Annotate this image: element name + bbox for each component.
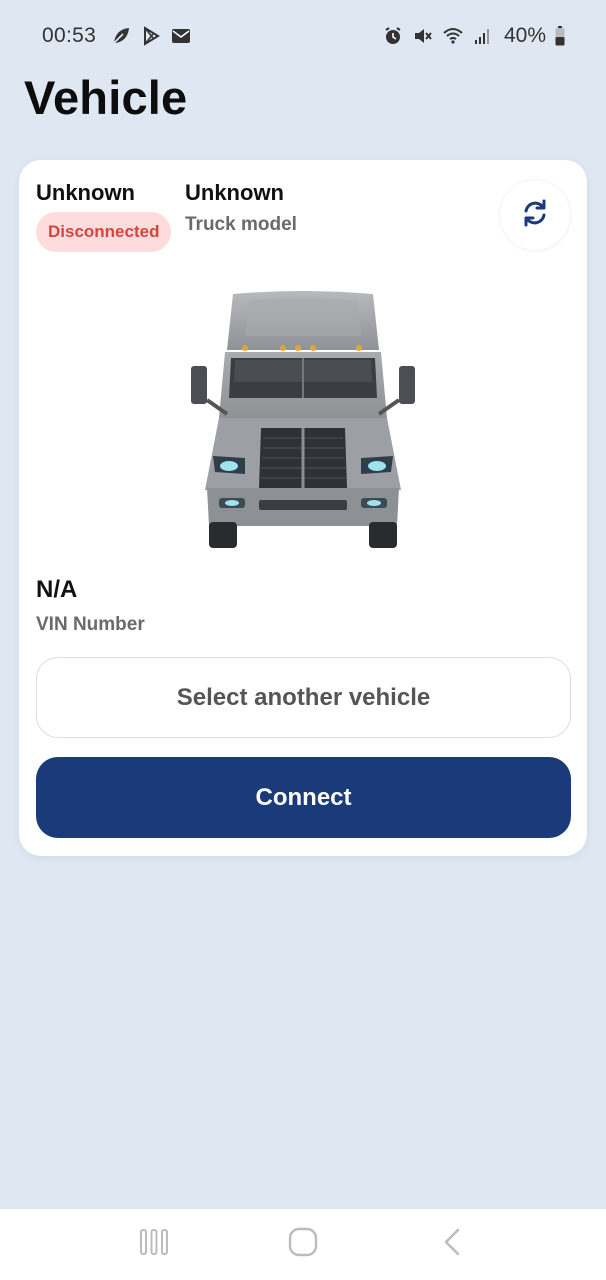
alarm-icon	[382, 25, 404, 47]
connect-button[interactable]: Connect	[36, 757, 571, 838]
leaf-icon	[110, 25, 132, 47]
back-button[interactable]	[422, 1220, 482, 1270]
recent-apps-button[interactable]	[124, 1220, 184, 1270]
battery-percent: 40%	[503, 24, 546, 47]
select-another-vehicle-button[interactable]: Select another vehicle	[36, 657, 571, 738]
refresh-button[interactable]	[500, 180, 570, 250]
signal-icon	[472, 25, 494, 47]
vehicle-model: Unknown	[185, 180, 284, 205]
back-icon	[440, 1227, 464, 1262]
vehicle-card-header: Unknown Disconnected Unknown Truck model	[36, 180, 570, 260]
vehicle-screen: 00:53 40% Vehicle Unknown Disconnected U…	[0, 0, 606, 1280]
page-title: Vehicle	[24, 71, 188, 124]
vehicle-model-label: Truck model	[185, 214, 297, 235]
vehicle-name: Unknown	[36, 180, 135, 205]
wifi-icon	[442, 25, 464, 47]
status-time: 00:53	[42, 24, 97, 47]
battery-icon	[554, 25, 566, 47]
vin-value: N/A	[36, 576, 78, 603]
vehicle-model-block: Unknown Truck model	[185, 180, 297, 236]
home-icon	[287, 1226, 319, 1263]
vehicle-name-block: Unknown Disconnected	[36, 180, 172, 252]
mute-icon	[412, 25, 434, 47]
vin-label: VIN Number	[36, 614, 145, 635]
truck-image	[189, 290, 417, 550]
vin-block: N/A VIN Number	[36, 576, 145, 636]
play-store-icon	[140, 25, 162, 47]
mail-icon	[170, 25, 192, 47]
recent-apps-icon	[139, 1228, 169, 1261]
navigation-bar	[0, 1209, 606, 1280]
status-badge: Disconnected	[36, 212, 172, 252]
status-bar: 00:53 40%	[0, 0, 606, 72]
vehicle-card: Unknown Disconnected Unknown Truck model	[19, 160, 587, 856]
home-button[interactable]	[273, 1220, 333, 1270]
refresh-icon	[520, 198, 550, 233]
